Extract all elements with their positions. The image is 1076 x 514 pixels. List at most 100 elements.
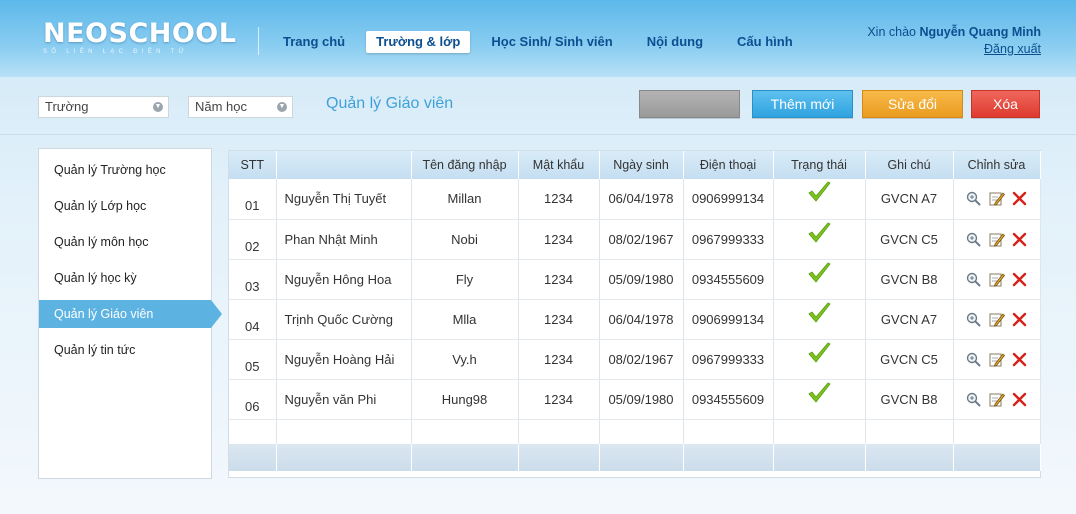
column-header-1 bbox=[276, 151, 412, 179]
cell-actions bbox=[953, 299, 1041, 340]
cell-username: Nobi bbox=[411, 219, 519, 260]
empty-row-cell bbox=[599, 419, 684, 444]
cell-password: 1234 bbox=[518, 299, 600, 340]
sidebar-item-0[interactable]: Quản lý Trường học bbox=[39, 156, 211, 184]
footer-row-cell bbox=[229, 444, 277, 471]
nav-item-2[interactable]: Học Sinh/ Sinh viên bbox=[478, 31, 625, 53]
edit-icon[interactable] bbox=[988, 351, 1005, 368]
blank-button[interactable] bbox=[639, 90, 740, 118]
delete-icon[interactable] bbox=[1011, 391, 1028, 408]
delete-icon[interactable] bbox=[1011, 351, 1028, 368]
teacher-table: STT Tên đăng nhập Mật khẩu Ngày sinh Điện th… bbox=[228, 150, 1041, 478]
table-row[interactable]: 05 Nguyễn Hoàng Hải Vy.h 1234 08/02/1967 0967… bbox=[229, 339, 1041, 380]
cell-status bbox=[773, 339, 866, 380]
empty-row-cell bbox=[518, 419, 600, 444]
zoom-icon[interactable] bbox=[965, 351, 982, 368]
cell-username: Hung98 bbox=[411, 379, 519, 420]
edit-button[interactable]: Sửa đổi bbox=[862, 90, 963, 118]
zoom-icon[interactable] bbox=[965, 311, 982, 328]
delete-icon[interactable] bbox=[1011, 190, 1028, 207]
column-header-7: Ghi chú bbox=[865, 151, 954, 179]
empty-row bbox=[229, 419, 1041, 444]
check-icon bbox=[808, 382, 831, 403]
chevron-down-icon: ▼ bbox=[277, 102, 287, 112]
cell-status bbox=[773, 379, 866, 420]
row-actions bbox=[954, 271, 1040, 288]
table-row[interactable]: 03 Nguyễn Hông Hoa Fly 1234 05/09/1980 093455… bbox=[229, 259, 1041, 300]
nav-item-3[interactable]: Nội dung bbox=[634, 31, 716, 53]
column-header-8: Chỉnh sửa bbox=[953, 151, 1041, 179]
user-greeting: Xin chào Nguyễn Quang Minh Đăng xuất bbox=[867, 24, 1041, 58]
cell-actions bbox=[953, 179, 1041, 220]
cell-stt: 06 bbox=[229, 379, 277, 420]
check-icon bbox=[808, 302, 831, 323]
cell-username: Mlla bbox=[411, 299, 519, 340]
cell-note: GVCN C5 bbox=[865, 219, 954, 260]
cell-stt: 03 bbox=[229, 259, 277, 300]
cell-name: Nguyễn Hoàng Hải bbox=[276, 339, 412, 380]
row-actions bbox=[954, 231, 1040, 248]
delete-button[interactable]: Xóa bbox=[971, 90, 1040, 118]
nav-item-4[interactable]: Cấu hình bbox=[724, 31, 806, 53]
sidebar-item-3[interactable]: Quản lý học kỳ bbox=[39, 264, 211, 292]
cell-dob: 08/02/1967 bbox=[599, 339, 684, 380]
cell-dob: 06/04/1978 bbox=[599, 299, 684, 340]
table-row[interactable]: 01 Nguyễn Thị Tuyết Millan 1234 06/04/1978 09… bbox=[229, 179, 1041, 220]
nav-item-1[interactable]: Trường & lớp bbox=[366, 31, 471, 53]
empty-row-cell bbox=[411, 419, 519, 444]
column-header-6: Trạng thái bbox=[773, 151, 866, 179]
footer-row-cell bbox=[599, 444, 684, 471]
table-row[interactable]: 04 Trịnh Quốc Cường Mlla 1234 06/04/1978 0906… bbox=[229, 299, 1041, 340]
column-header-0: STT bbox=[229, 151, 277, 179]
nav-item-0[interactable]: Trang chủ bbox=[270, 31, 358, 53]
logo-tagline: SỔ LIÊN LẠC ĐIỆN TỬ bbox=[43, 49, 189, 55]
delete-icon[interactable] bbox=[1011, 271, 1028, 288]
zoom-icon[interactable] bbox=[965, 271, 982, 288]
logo[interactable]: NEOSCHOOL SỔ LIÊN LẠC ĐIỆN TỬ bbox=[43, 18, 237, 56]
cell-note: GVCN A7 bbox=[865, 299, 954, 340]
row-actions bbox=[954, 311, 1040, 328]
cell-phone: 0906999134 bbox=[683, 299, 774, 340]
cell-dob: 05/09/1980 bbox=[599, 259, 684, 300]
column-header-4: Ngày sinh bbox=[599, 151, 684, 179]
row-actions bbox=[954, 351, 1040, 368]
zoom-icon[interactable] bbox=[965, 231, 982, 248]
footer-row-cell bbox=[276, 444, 412, 471]
cell-actions bbox=[953, 219, 1041, 260]
sidebar-item-2[interactable]: Quản lý môn học bbox=[39, 228, 211, 256]
edit-icon[interactable] bbox=[988, 190, 1005, 207]
logout-link[interactable]: Đăng xuất bbox=[867, 41, 1041, 58]
zoom-icon[interactable] bbox=[965, 391, 982, 408]
empty-row-cell bbox=[953, 419, 1041, 444]
table-header: STT Tên đăng nhập Mật khẩu Ngày sinh Điện th… bbox=[229, 151, 1041, 179]
edit-icon[interactable] bbox=[988, 311, 1005, 328]
footer-row-cell bbox=[411, 444, 519, 471]
table-row[interactable]: 06 Nguyễn văn Phi Hung98 1234 05/09/1980 0934… bbox=[229, 379, 1041, 420]
table-row[interactable]: 02 Phan Nhật Minh Nobi 1234 08/02/1967 096799… bbox=[229, 219, 1041, 260]
delete-icon[interactable] bbox=[1011, 311, 1028, 328]
empty-row-cell bbox=[683, 419, 774, 444]
sidebar-item-4[interactable]: Quản lý Giáo viên bbox=[39, 300, 222, 328]
sidebar-item-1[interactable]: Quản lý Lớp học bbox=[39, 192, 211, 220]
year-select-value: Năm học bbox=[195, 99, 248, 114]
cell-phone: 0967999333 bbox=[683, 219, 774, 260]
main-nav: Trang chủ Trường & lớp Học Sinh/ Sinh viên… bbox=[270, 31, 814, 53]
add-button[interactable]: Thêm mới bbox=[752, 90, 853, 118]
cell-status bbox=[773, 179, 866, 220]
cell-username: Fly bbox=[411, 259, 519, 300]
cell-dob: 08/02/1967 bbox=[599, 219, 684, 260]
logo-title: NEOSCHOOL bbox=[43, 18, 237, 49]
edit-icon[interactable] bbox=[988, 231, 1005, 248]
cell-stt: 01 bbox=[229, 179, 277, 220]
column-header-3: Mật khẩu bbox=[518, 151, 600, 179]
sidebar-item-5[interactable]: Quản lý tin tức bbox=[39, 336, 211, 364]
zoom-icon[interactable] bbox=[965, 190, 982, 207]
school-select[interactable]: Trường ▼ bbox=[38, 96, 169, 118]
year-select[interactable]: Năm học ▼ bbox=[188, 96, 293, 118]
edit-icon[interactable] bbox=[988, 271, 1005, 288]
delete-icon[interactable] bbox=[1011, 231, 1028, 248]
cell-phone: 0967999333 bbox=[683, 339, 774, 380]
cell-dob: 05/09/1980 bbox=[599, 379, 684, 420]
edit-icon[interactable] bbox=[988, 391, 1005, 408]
top-header: NEOSCHOOL SỔ LIÊN LẠC ĐIỆN TỬ Trang chủ T… bbox=[0, 0, 1076, 77]
